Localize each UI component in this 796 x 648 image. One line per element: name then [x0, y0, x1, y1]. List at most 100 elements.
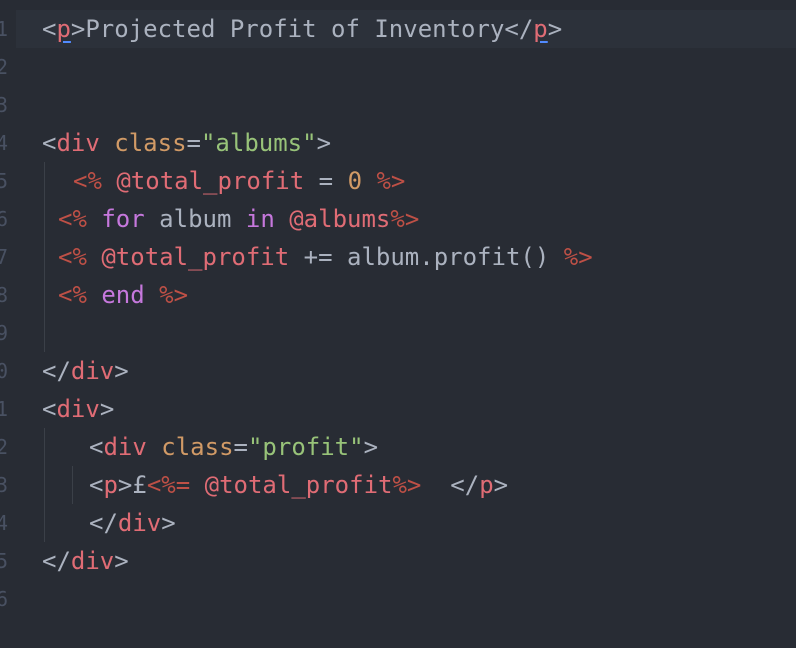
line-number: 1	[0, 397, 8, 421]
erb-open: <%	[58, 243, 87, 271]
identifier: album	[144, 205, 246, 233]
tag-bracket: >	[493, 471, 509, 499]
attribute-value: "profit"	[247, 433, 364, 461]
line-number: 8	[0, 283, 8, 307]
tag-name: div	[103, 433, 147, 461]
tag-bracket: >	[70, 15, 86, 43]
indent-guide	[44, 428, 45, 542]
code-line-1[interactable]: <p>Projected Profit of Inventory</p>	[16, 10, 796, 48]
tag-bracket: <	[42, 395, 57, 423]
tag-bracket: </	[450, 471, 480, 499]
code-line-4[interactable]: <div class="albums">	[42, 124, 331, 162]
attribute-name: class	[114, 129, 187, 157]
line-number: 4	[0, 511, 8, 535]
line-number: 6	[0, 207, 8, 231]
code-line-11[interactable]: <div>	[42, 390, 114, 428]
line-number: 6	[0, 587, 8, 611]
tag-bracket: >	[547, 15, 563, 43]
line-number: 2	[0, 435, 8, 459]
code-line-15[interactable]: </div>	[42, 542, 129, 580]
tag-bracket: <	[89, 433, 104, 461]
tag-bracket: </	[42, 357, 71, 385]
equals: =	[186, 129, 201, 157]
instance-variable: @total_profit	[101, 243, 290, 271]
tag-bracket: >	[99, 395, 115, 423]
code-line-8[interactable]: <% end %>	[58, 276, 188, 314]
line-number: 1	[0, 17, 8, 41]
tag-bracket: >	[117, 471, 133, 499]
tag-bracket: <	[42, 129, 57, 157]
tag-bracket: <	[42, 15, 57, 43]
tag-name: div	[117, 509, 162, 537]
tag-bracket: >	[316, 129, 332, 157]
equals: =	[233, 433, 248, 461]
tag-bracket: </	[89, 509, 118, 537]
code-line-6[interactable]: <% for album in @albums%>	[58, 200, 419, 238]
erb-close: %>	[392, 471, 422, 499]
tag-bracket: </	[42, 547, 71, 575]
operator: =	[304, 167, 348, 195]
line-number: 3	[0, 93, 8, 117]
line-number: 3	[0, 473, 8, 497]
code-line-12[interactable]: <div class="profit">	[89, 428, 378, 466]
tag-name: p	[533, 15, 548, 43]
attribute-value: "albums"	[200, 129, 317, 157]
erb-close: %>	[563, 243, 593, 271]
erb-open: <%=	[146, 471, 191, 499]
line-number: 9	[0, 321, 8, 345]
code-editor[interactable]: 1 2 3 4 5 6 7 8 9 0 1 2 3 4 5 6 <p>Proje…	[0, 0, 796, 648]
instance-variable: @total_profit	[204, 471, 393, 499]
line-number: 2	[0, 55, 8, 79]
code-line-14[interactable]: </div>	[89, 504, 176, 542]
tag-name: div	[70, 357, 115, 385]
text-content: £	[132, 471, 147, 499]
tag-name: div	[56, 129, 100, 157]
tag-bracket: >	[161, 509, 176, 537]
erb-close: %>	[390, 205, 420, 233]
erb-open: <%	[58, 205, 87, 233]
erb-close: %>	[159, 281, 189, 309]
tag-bracket: </	[504, 15, 534, 43]
number: 0	[347, 167, 363, 195]
tag-name: p	[479, 471, 494, 499]
erb-open: <%	[73, 167, 102, 195]
tag-name: p	[103, 471, 118, 499]
text-content: Projected Profit of Inventory	[85, 15, 505, 43]
erb-open: <%	[58, 281, 87, 309]
expression: += album.profit()	[289, 243, 564, 271]
line-number: 0	[0, 359, 8, 383]
code-line-10[interactable]: </div>	[42, 352, 129, 390]
instance-variable: @albums	[289, 205, 391, 233]
tag-name: div	[56, 395, 100, 423]
keyword: for	[101, 205, 145, 233]
attribute-name: class	[161, 433, 234, 461]
line-number: 7	[0, 245, 8, 269]
indent-guide	[44, 162, 45, 352]
tag-bracket: >	[114, 357, 129, 385]
line-number: 4	[0, 131, 8, 155]
tag-name: p	[56, 15, 71, 43]
line-number-gutter: 1 2 3 4 5 6 7 8 9 0 1 2 3 4 5 6	[0, 0, 8, 648]
tag-name: div	[70, 547, 115, 575]
code-line-13[interactable]: <p>£<%= @total_profit%> </p>	[89, 466, 508, 504]
indent-guide	[72, 466, 73, 504]
keyword: end	[101, 281, 145, 309]
tag-bracket: >	[114, 547, 129, 575]
line-number: 5	[0, 169, 8, 193]
erb-close: %>	[376, 167, 406, 195]
code-line-7[interactable]: <% @total_profit += album.profit() %>	[58, 238, 593, 276]
line-number: 5	[0, 549, 8, 573]
code-line-5[interactable]: <% @total_profit = 0 %>	[73, 162, 405, 200]
instance-variable: @total_profit	[116, 167, 305, 195]
